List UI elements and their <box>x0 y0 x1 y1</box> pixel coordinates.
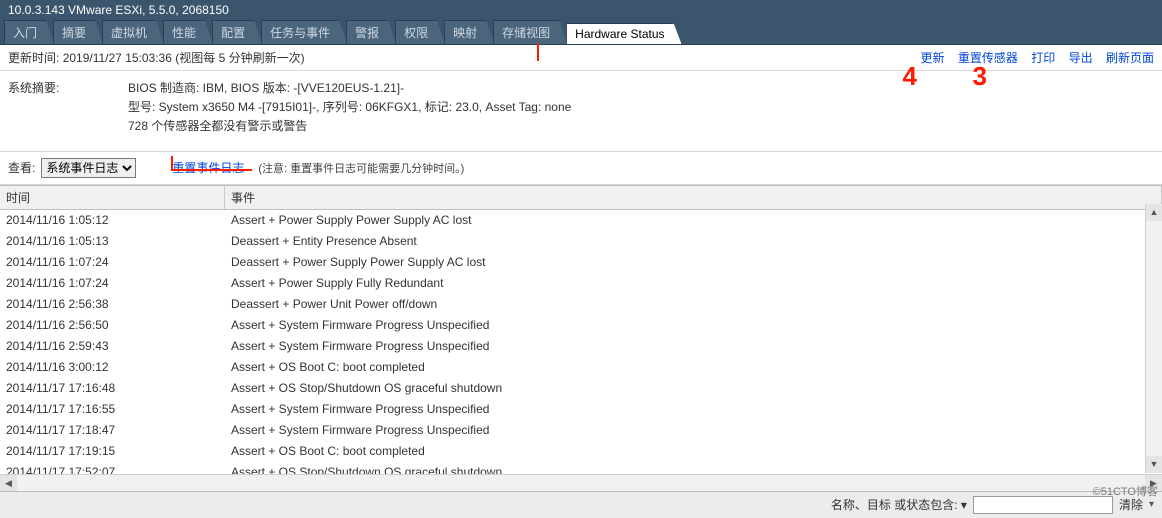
table-row[interactable]: 2014/11/17 17:16:48Assert + OS Stop/Shut… <box>0 378 1162 399</box>
tab-8[interactable]: 映射 <box>444 20 494 44</box>
table-row[interactable]: 2014/11/16 1:05:12Assert + Power Supply … <box>0 210 1162 231</box>
view-label: 查看: <box>8 159 35 176</box>
cell-time: 2014/11/17 17:18:47 <box>6 422 231 439</box>
cell-time: 2014/11/16 1:05:12 <box>6 212 231 229</box>
table-row[interactable]: 2014/11/16 2:59:43Assert + System Firmwa… <box>0 336 1162 357</box>
table-row[interactable]: 2014/11/16 1:05:13Deassert + Entity Pres… <box>0 231 1162 252</box>
cell-time: 2014/11/16 3:00:12 <box>6 359 231 376</box>
cell-event: Assert + System Firmware Progress Unspec… <box>231 401 1156 418</box>
cell-event: Deassert + Entity Presence Absent <box>231 233 1156 250</box>
action-links: 更新 重置传感器 打印 导出 刷新页面 4 3 <box>911 49 1154 66</box>
reset-log-link[interactable]: 重置事件日志 <box>172 159 244 176</box>
tab-3[interactable]: 性能 <box>163 20 213 44</box>
table-row[interactable]: 2014/11/16 2:56:38Deassert + Power Unit … <box>0 294 1162 315</box>
cell-time: 2014/11/16 1:07:24 <box>6 254 231 271</box>
cell-event: Deassert + Power Supply Power Supply AC … <box>231 254 1156 271</box>
tab-5[interactable]: 任务与事件 <box>261 20 347 44</box>
table-row[interactable]: 2014/11/17 17:18:47Assert + System Firmw… <box>0 420 1162 441</box>
filter-label: 名称、目标 或状态包含: ▾ <box>831 496 967 513</box>
cell-time: 2014/11/17 17:16:55 <box>6 401 231 418</box>
cell-time: 2014/11/17 17:19:15 <box>6 443 231 460</box>
cell-event: Assert + System Firmware Progress Unspec… <box>231 338 1156 355</box>
cell-event: Assert + OS Boot C: boot completed <box>231 443 1156 460</box>
tab-2[interactable]: 虚拟机 <box>102 20 164 44</box>
cell-time: 2014/11/16 2:56:50 <box>6 317 231 334</box>
scroll-up-icon[interactable]: ▲ <box>1146 204 1162 221</box>
table-row[interactable]: 2014/11/16 3:00:12Assert + OS Boot C: bo… <box>0 357 1162 378</box>
window-title: 10.0.3.143 VMware ESXi, 5.5.0, 2068150 <box>0 0 1162 20</box>
cell-event: Assert + OS Boot C: boot completed <box>231 359 1156 376</box>
reset-sensors-link[interactable]: 重置传感器 <box>958 51 1018 65</box>
table-row[interactable]: 2014/11/17 17:52:07Assert + OS Stop/Shut… <box>0 462 1162 474</box>
table-row[interactable]: 2014/11/17 17:19:15Assert + OS Boot C: b… <box>0 441 1162 462</box>
tab-0[interactable]: 入门 <box>4 20 54 44</box>
view-select[interactable]: 系统事件日志 <box>41 158 136 178</box>
horizontal-scrollbar[interactable]: ◀ ▶ <box>0 474 1162 491</box>
scroll-down-icon[interactable]: ▼ <box>1146 456 1162 473</box>
tab-10[interactable]: Hardware Status <box>566 23 681 44</box>
reset-note: (注意: 重置事件日志可能需要几分钟时间。) <box>258 160 464 176</box>
table-row[interactable]: 2014/11/16 1:07:24Assert + Power Supply … <box>0 273 1162 294</box>
export-link[interactable]: 导出 <box>1069 51 1093 65</box>
refresh-link[interactable]: 更新 <box>921 51 945 65</box>
table-row[interactable]: 2014/11/16 1:07:24Deassert + Power Suppl… <box>0 252 1162 273</box>
tab-1[interactable]: 摘要 <box>53 20 103 44</box>
tab-4[interactable]: 配置 <box>212 20 262 44</box>
cell-time: 2014/11/16 2:56:38 <box>6 296 231 313</box>
cell-time: 2014/11/16 1:07:24 <box>6 275 231 292</box>
cell-event: Assert + Power Supply Power Supply AC lo… <box>231 212 1156 229</box>
table-row[interactable]: 2014/11/16 2:56:50Assert + System Firmwa… <box>0 315 1162 336</box>
table-row[interactable]: 2014/11/17 17:16:55Assert + System Firmw… <box>0 399 1162 420</box>
cell-time: 2014/11/17 17:16:48 <box>6 380 231 397</box>
cell-event: Assert + System Firmware Progress Unspec… <box>231 422 1156 439</box>
summary-label: 系统摘要: <box>8 79 128 137</box>
print-link[interactable]: 打印 <box>1031 51 1055 65</box>
scroll-left-icon[interactable]: ◀ <box>0 475 17 491</box>
cell-time: 2014/11/16 2:59:43 <box>6 338 231 355</box>
cell-event: Assert + OS Stop/Shutdown OS graceful sh… <box>231 464 1156 474</box>
cell-event: Assert + System Firmware Progress Unspec… <box>231 317 1156 334</box>
cell-event: Assert + Power Supply Fully Redundant <box>231 275 1156 292</box>
vertical-scrollbar[interactable]: ▲ ▼ <box>1145 204 1162 473</box>
event-log-table: 时间 事件 2014/11/16 1:05:12Assert + Power S… <box>0 185 1162 491</box>
watermark: ©51CTO博客 <box>1093 483 1158 499</box>
status-bar: 名称、目标 或状态包含: ▾ 清除 ▾ <box>0 491 1162 518</box>
update-time: 更新时间: 2019/11/27 15:03:36 (视图每 5 分钟刷新一次) <box>8 49 305 66</box>
tab-strip: 入门摘要虚拟机性能配置任务与事件警报权限映射存储视图Hardware Statu… <box>0 20 1162 45</box>
summary-body: BIOS 制造商: IBM, BIOS 版本: -[VVE120EUS-1.21… <box>128 79 1154 137</box>
cell-event: Assert + OS Stop/Shutdown OS graceful sh… <box>231 380 1156 397</box>
tab-6[interactable]: 警报 <box>346 20 396 44</box>
cell-time: 2014/11/16 1:05:13 <box>6 233 231 250</box>
tab-9[interactable]: 存储视图 <box>493 20 567 44</box>
cell-time: 2014/11/17 17:52:07 <box>6 464 231 474</box>
cell-event: Deassert + Power Unit Power off/down <box>231 296 1156 313</box>
tab-7[interactable]: 权限 <box>395 20 445 44</box>
col-header-event[interactable]: 事件 <box>225 186 1162 209</box>
refresh-page-link[interactable]: 刷新页面 <box>1106 51 1154 65</box>
col-header-time[interactable]: 时间 <box>0 186 225 209</box>
